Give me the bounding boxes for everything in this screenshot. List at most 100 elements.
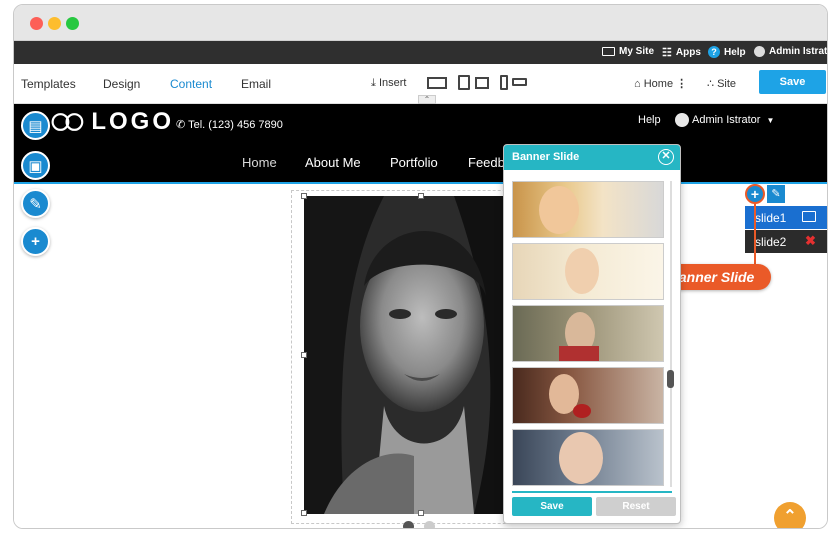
my-site-label: My Site [619,46,655,57]
apps-label: Apps [675,47,701,58]
window-titlebar [14,5,827,41]
site-phone: ✆ Tel. (123) 456 7890 [176,118,283,131]
maximize-window-button[interactable] [66,17,79,30]
minimize-window-button[interactable] [48,17,61,30]
panel-reset-button[interactable]: Reset [596,497,676,516]
nav-portfolio[interactable]: Portfolio [390,155,438,170]
home-button[interactable]: ⌂ Home ⋮ [634,77,687,90]
thumbnail-portrait-dark[interactable] [512,305,664,362]
site-header: LOGO ✆ Tel. (123) 456 7890 Help Admin Is… [14,104,827,184]
apps-grid-icon: ☷ [662,47,672,59]
close-window-button[interactable] [30,17,43,30]
site-button[interactable]: ∴ Site [707,77,736,90]
monitor-icon [602,47,615,56]
add-slide-button[interactable]: + [745,184,765,204]
panel-save-button[interactable]: Save [512,497,592,516]
mobile-icon[interactable] [500,75,508,90]
logo-text: LOGO [91,108,174,135]
phone-icon: ✆ [176,119,186,131]
section-settings-button[interactable]: ▣ [21,151,50,180]
user-avatar-icon [754,46,765,57]
add-element-button[interactable]: + [21,227,50,256]
close-panel-button[interactable]: ✕ [658,149,674,165]
site-user-label: Admin Istrator [692,114,761,126]
resize-handle[interactable] [301,510,307,516]
slide-label: slide2 [755,235,787,249]
nav-feedback[interactable]: Feedb [468,155,505,170]
admin-user-label: Admin Istrator [769,46,828,57]
phone-text: Tel. (123) 456 7890 [188,119,283,131]
desktop-view-icon[interactable] [427,77,447,89]
panel-scrollbar-track[interactable] [670,181,672,487]
image-icon[interactable] [802,211,816,222]
slide-item[interactable]: slide2 ✖ [745,230,827,253]
site-label: Site [717,78,737,90]
window-icon: ▣ [28,157,43,175]
thumbnail-portrait-blonde[interactable] [512,181,664,238]
my-site-link[interactable]: My Site [602,46,654,57]
slider-dot-active[interactable] [403,521,414,528]
page-canvas: ⌃ [14,186,827,528]
more-vertical-icon[interactable]: ⋮ [676,78,687,90]
site-help-link[interactable]: Help [638,114,661,126]
thumbnail-portrait-flowers[interactable] [512,243,664,300]
thumbnail-portrait-red[interactable] [512,367,664,424]
portrait-photo [304,196,534,514]
tablet-portrait-icon[interactable] [475,77,489,89]
panel-scrollbar-thumb[interactable] [667,370,674,388]
help-icon: ? [708,46,720,58]
tab-templates[interactable]: Templates [21,77,76,91]
slide-item[interactable]: slide1 [745,206,827,229]
help-link[interactable]: ? Help [708,46,746,58]
editor-toolbar: Templates Design Content Email ⤓ Insert … [14,64,827,104]
banner-image[interactable] [304,196,534,514]
resize-handle[interactable] [301,352,307,358]
panel-divider [512,491,672,493]
resize-handle[interactable] [418,510,424,516]
edit-list-icon: ✎ [29,195,42,213]
user-avatar-icon [675,113,689,127]
thumbnail-portrait-close[interactable] [512,429,664,486]
slider-dot[interactable] [424,521,435,528]
nav-home[interactable]: Home [242,155,277,170]
nav-about-me[interactable]: About Me [305,155,361,170]
tab-content[interactable]: Content [170,77,212,91]
sitemap-icon: ∴ [707,78,714,90]
layout-icon: ▤ [28,117,43,135]
save-button[interactable]: Save [759,70,826,94]
tablet-landscape-icon[interactable] [458,75,470,90]
panel-header: Banner Slide ✕ [504,145,680,170]
site-user-menu[interactable]: Admin Istrator ▼ [675,113,774,127]
page-settings-button[interactable]: ▤ [21,111,50,140]
chevron-up-icon: ⌃ [783,508,797,525]
plus-icon: + [31,233,40,250]
insert-label: Insert [378,77,407,89]
edit-content-button[interactable]: ✎ [21,189,50,218]
admin-user-menu[interactable]: Admin Istrator [754,46,828,57]
site-logo[interactable]: LOGO [50,108,174,136]
resize-handle[interactable] [418,193,424,199]
chevron-down-icon: ▼ [766,115,775,125]
resize-handle[interactable] [301,193,307,199]
browser-window: My Site ☷ Apps ? Help Admin Istrator Tem… [13,4,828,529]
collapse-toolbar-icon[interactable]: ⌃ [418,95,436,104]
slide-label: slide1 [755,211,787,225]
insert-button[interactable]: ⤓ Insert [371,77,406,90]
help-label: Help [724,46,746,58]
tab-design[interactable]: Design [103,77,140,91]
delete-icon[interactable]: ✖ [805,233,816,249]
plus-icon: + [750,186,760,202]
home-label: Home [643,78,674,90]
panel-title: Banner Slide [512,151,580,163]
mobile-landscape-icon[interactable] [512,78,527,86]
edit-slides-button[interactable]: ✎ [767,185,785,203]
magic-wand-icon: ✎ [771,188,781,200]
tab-email[interactable]: Email [241,77,271,91]
banner-slide-panel: Banner Slide ✕ Save Reset [503,144,681,524]
admin-bar: My Site ☷ Apps ? Help Admin Istrator [14,41,827,64]
logo-mark-icon [51,113,84,131]
apps-link[interactable]: ☷ Apps [662,46,701,59]
scroll-to-top-button[interactable]: ⌃ [774,502,806,528]
home-icon: ⌂ [634,78,641,90]
callout-connector [754,204,756,266]
